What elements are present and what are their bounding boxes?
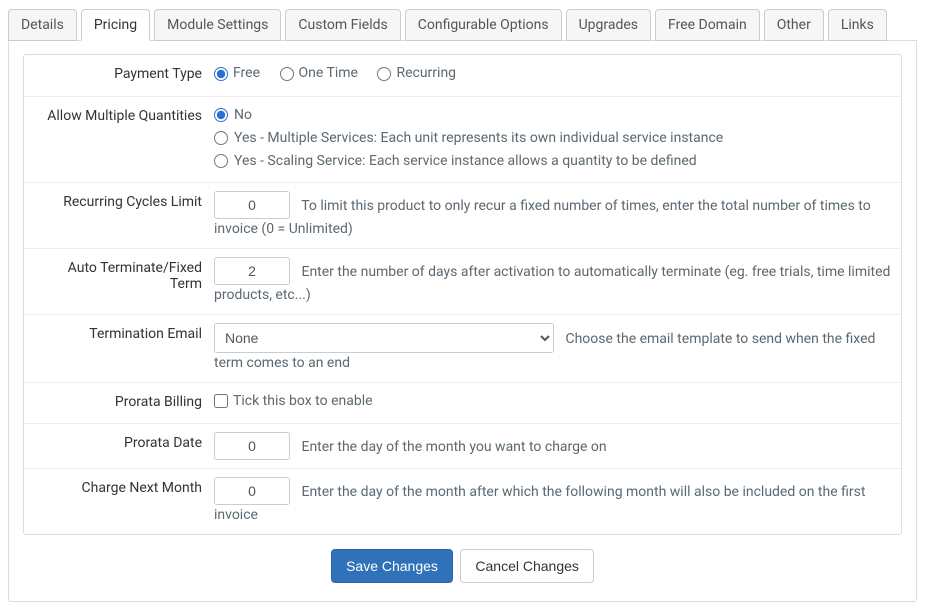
recurring-cycles-help: To limit this product to only recur a fi… bbox=[214, 198, 871, 237]
charge-next-month-label: Charge Next Month bbox=[34, 477, 214, 496]
charge-next-month-input[interactable] bbox=[214, 477, 290, 505]
row-recurring-cycles: Recurring Cycles Limit To limit this pro… bbox=[24, 183, 901, 249]
auto-terminate-input[interactable] bbox=[214, 257, 290, 285]
payment-type-recurring-radio[interactable] bbox=[377, 67, 391, 81]
payment-type-onetime-text: One Time bbox=[299, 63, 358, 84]
cancel-button[interactable]: Cancel Changes bbox=[460, 549, 594, 583]
row-charge-next-month: Charge Next Month Enter the day of the m… bbox=[24, 469, 901, 534]
payment-type-onetime[interactable]: One Time bbox=[280, 63, 358, 84]
allow-multiple-scaling[interactable]: Yes - Scaling Service: Each service inst… bbox=[214, 151, 891, 172]
tab-details[interactable]: Details bbox=[8, 9, 77, 41]
allow-multiple-multiple-radio[interactable] bbox=[214, 131, 228, 145]
row-allow-multiple: Allow Multiple Quantities No Yes - Multi… bbox=[24, 97, 901, 183]
allow-multiple-scaling-text: Yes - Scaling Service: Each service inst… bbox=[234, 151, 697, 172]
termination-email-label: Termination Email bbox=[34, 323, 214, 342]
pricing-panel: Payment Type Free One Time Recurring All… bbox=[23, 54, 902, 535]
prorata-billing-label: Prorata Billing bbox=[34, 391, 214, 410]
row-prorata-date: Prorata Date Enter the day of the month … bbox=[24, 424, 901, 469]
payment-type-label: Payment Type bbox=[34, 63, 214, 82]
allow-multiple-multiple-text: Yes - Multiple Services: Each unit repre… bbox=[234, 128, 723, 149]
row-auto-terminate: Auto Terminate/Fixed Term Enter the numb… bbox=[24, 249, 901, 315]
tab-upgrades[interactable]: Upgrades bbox=[566, 9, 651, 41]
save-button[interactable]: Save Changes bbox=[331, 549, 453, 583]
termination-email-select[interactable]: None bbox=[214, 323, 554, 353]
tab-links[interactable]: Links bbox=[828, 9, 887, 41]
allow-multiple-multiple[interactable]: Yes - Multiple Services: Each unit repre… bbox=[214, 128, 891, 149]
allow-multiple-no-radio[interactable] bbox=[214, 108, 228, 122]
charge-next-month-help: Enter the day of the month after which t… bbox=[214, 484, 865, 523]
tab-module-settings[interactable]: Module Settings bbox=[154, 9, 281, 41]
allow-multiple-no[interactable]: No bbox=[214, 105, 891, 126]
payment-type-recurring[interactable]: Recurring bbox=[377, 63, 456, 84]
prorata-date-input[interactable] bbox=[214, 432, 290, 460]
prorata-billing-checkbox[interactable] bbox=[214, 394, 228, 408]
row-prorata-billing: Prorata Billing Tick this box to enable bbox=[24, 383, 901, 425]
payment-type-free-text: Free bbox=[233, 63, 260, 84]
payment-type-free[interactable]: Free bbox=[214, 63, 260, 84]
recurring-cycles-label: Recurring Cycles Limit bbox=[34, 191, 214, 210]
payment-type-onetime-radio[interactable] bbox=[280, 67, 294, 81]
recurring-cycles-input[interactable] bbox=[214, 191, 290, 219]
tab-custom-fields[interactable]: Custom Fields bbox=[285, 9, 400, 41]
payment-type-recurring-text: Recurring bbox=[396, 63, 456, 84]
prorata-billing-toggle[interactable]: Tick this box to enable bbox=[214, 391, 373, 412]
allow-multiple-label: Allow Multiple Quantities bbox=[34, 105, 214, 124]
auto-terminate-label: Auto Terminate/Fixed Term bbox=[34, 257, 214, 292]
tab-pricing[interactable]: Pricing bbox=[81, 9, 150, 41]
auto-terminate-help: Enter the number of days after activatio… bbox=[214, 264, 890, 303]
prorata-date-help: Enter the day of the month you want to c… bbox=[301, 439, 606, 455]
tab-other[interactable]: Other bbox=[764, 9, 824, 41]
tabs: Details Pricing Module Settings Custom F… bbox=[8, 8, 917, 41]
prorata-date-label: Prorata Date bbox=[34, 432, 214, 451]
tab-configurable-options[interactable]: Configurable Options bbox=[405, 9, 562, 41]
payment-type-free-radio[interactable] bbox=[214, 67, 228, 81]
allow-multiple-scaling-radio[interactable] bbox=[214, 154, 228, 168]
tab-free-domain[interactable]: Free Domain bbox=[655, 9, 760, 41]
actions: Save Changes Cancel Changes bbox=[23, 535, 902, 587]
row-termination-email: Termination Email None Choose the email … bbox=[24, 315, 901, 383]
row-payment-type: Payment Type Free One Time Recurring bbox=[24, 55, 901, 97]
allow-multiple-no-text: No bbox=[234, 105, 252, 126]
tab-content: Payment Type Free One Time Recurring All… bbox=[8, 40, 917, 602]
prorata-billing-help: Tick this box to enable bbox=[233, 391, 373, 412]
